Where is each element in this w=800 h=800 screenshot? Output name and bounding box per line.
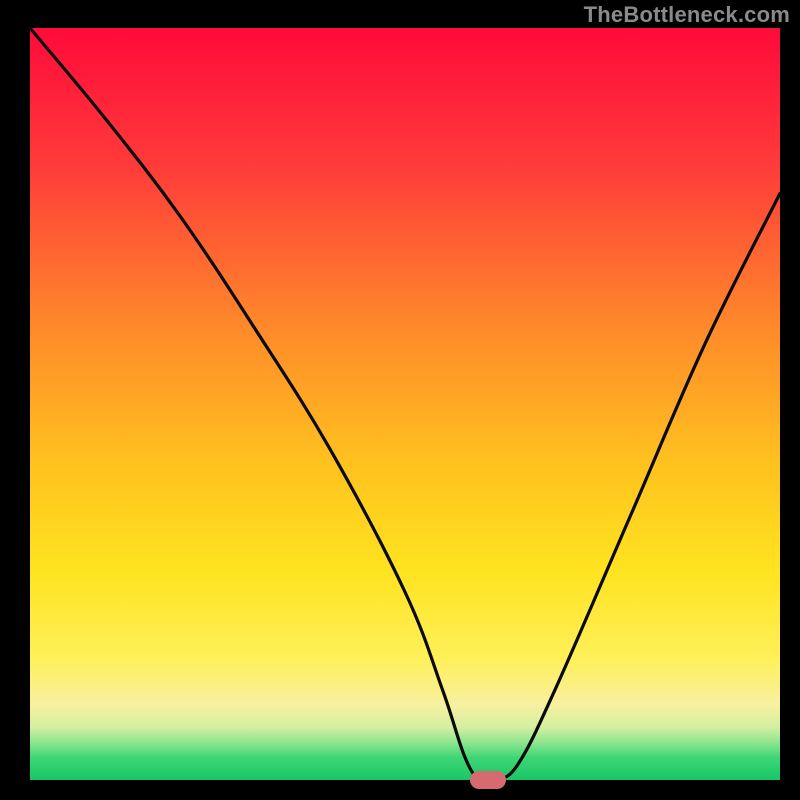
- optimum-marker: [470, 771, 506, 789]
- chart-stage: { "watermark": "TheBottleneck.com", "col…: [0, 0, 800, 800]
- watermark-text: TheBottleneck.com: [584, 2, 790, 28]
- gradient-panel: [0, 0, 800, 800]
